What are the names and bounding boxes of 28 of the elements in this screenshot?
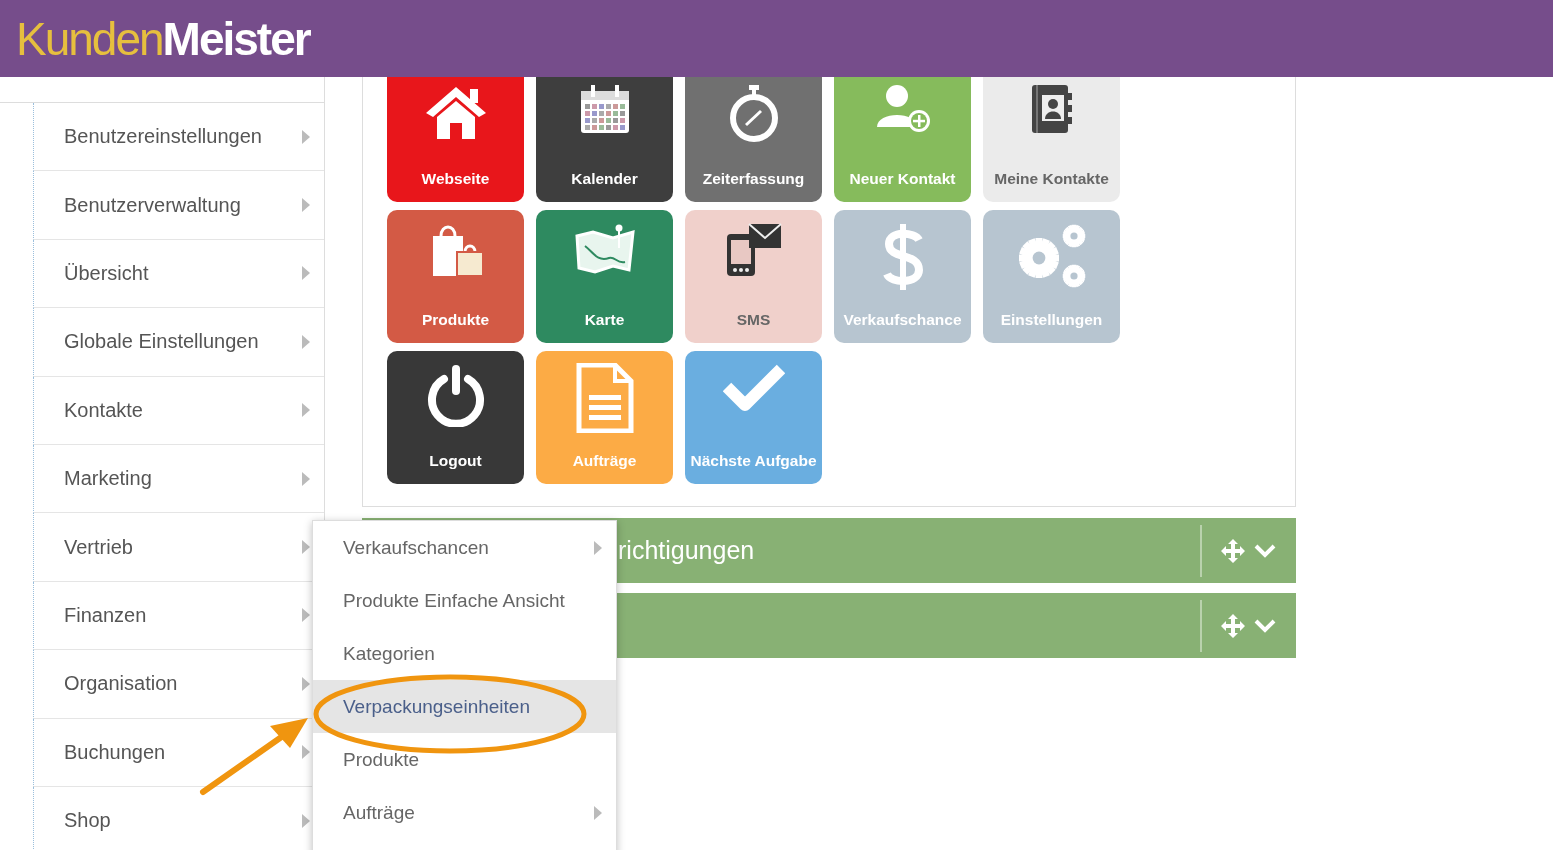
- move-icon[interactable]: [1220, 537, 1246, 564]
- shortcut-tile[interactable]: Zeiterfassung: [685, 77, 822, 202]
- map-icon: [572, 222, 637, 276]
- shortcut-tile[interactable]: Karte: [536, 210, 673, 343]
- dollar-icon: [880, 222, 925, 292]
- shortcut-tile[interactable]: Produkte: [387, 210, 524, 343]
- calendar-icon: [578, 83, 631, 135]
- shortcut-tile[interactable]: Kalender: [536, 77, 673, 202]
- chevron-down-icon[interactable]: [1254, 543, 1276, 558]
- checkmark-icon: [722, 363, 785, 411]
- widget-title: richtigungen: [618, 536, 755, 564]
- shortcut-tile[interactable]: Logout: [387, 351, 524, 484]
- sidebar-item[interactable]: Globale Einstellungen: [33, 308, 324, 377]
- move-icon[interactable]: [1220, 612, 1246, 639]
- document-icon: [574, 363, 635, 433]
- submenu-item[interactable]: Verpackungseinheiten: [313, 680, 616, 733]
- sidebar-item[interactable]: Übersicht: [33, 239, 324, 309]
- sidebar-item[interactable]: Benutzereinstellungen: [33, 103, 324, 172]
- shortcut-tile[interactable]: Meine Kontakte: [983, 77, 1120, 202]
- stopwatch-icon: [727, 83, 780, 143]
- sidebar-item[interactable]: Marketing: [33, 444, 324, 514]
- shortcut-tile[interactable]: Webseite: [387, 77, 524, 202]
- sidebar-item[interactable]: Kontakte: [33, 376, 324, 445]
- shortcut-tile[interactable]: SMS: [685, 210, 822, 343]
- submenu-item[interactable]: Aufträge: [313, 786, 616, 839]
- logo[interactable]: KundenMeister: [16, 15, 310, 62]
- sidebar-item[interactable]: Benutzerverwaltung: [33, 171, 324, 240]
- chevron-down-icon[interactable]: [1254, 618, 1276, 633]
